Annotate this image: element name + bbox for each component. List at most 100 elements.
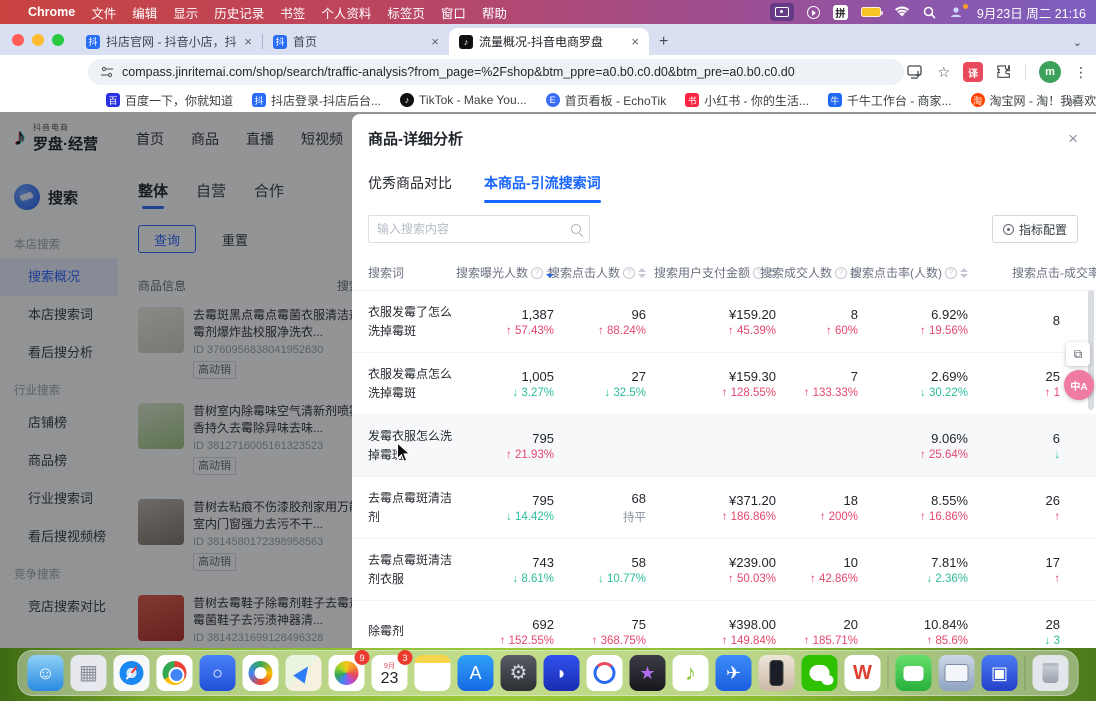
question-icon[interactable]: ? <box>623 267 635 279</box>
iphone-mirroring-icon[interactable] <box>759 655 795 691</box>
question-icon[interactable]: ? <box>835 267 847 279</box>
window-minimize-button[interactable] <box>32 34 44 46</box>
trash-icon[interactable] <box>1033 655 1069 691</box>
qq-music-icon[interactable]: ♪ <box>673 655 709 691</box>
menubar-app-name[interactable]: Chrome <box>28 5 75 19</box>
menu-view[interactable]: 显示 <box>173 3 198 22</box>
bookmark-doudian-login[interactable]: 抖抖店登录-抖店后台... <box>252 92 381 109</box>
bookmark-echotik[interactable]: E首页看板 - EchoTik <box>546 92 667 109</box>
quark-browser-icon[interactable]: ○ <box>200 655 236 691</box>
qianniu-icon[interactable]: ✈ <box>716 655 752 691</box>
url-text[interactable]: compass.jinritemai.com/shop/search/traff… <box>122 65 795 79</box>
table-row: 除霉剂 692↑ 152.55% 75↑ 368.75% ¥398.00↑ 14… <box>352 601 1096 648</box>
bookmark-taobao[interactable]: 淘淘宝网 - 淘！我喜欢 <box>971 92 1096 109</box>
search-term: 衣服发霉了怎么洗掉霉斑 <box>368 293 468 350</box>
cell-value: ¥159.30 <box>729 369 776 384</box>
cell-value: 2.69% <box>931 369 968 384</box>
menu-file[interactable]: 文件 <box>91 3 116 22</box>
menu-profiles[interactable]: 个人资料 <box>321 3 371 22</box>
modal-tab-traffic-search-terms[interactable]: 本商品-引流搜索词 <box>484 173 601 203</box>
col-click-conversion[interactable]: 搜索点击-成交率(人数) <box>972 264 1096 281</box>
imovie-icon[interactable]: ★ <box>630 655 666 691</box>
menu-history[interactable]: 历史记录 <box>214 3 264 22</box>
modal-tab-excellent-compare[interactable]: 优秀商品对比 <box>368 173 452 203</box>
modal-search-input[interactable] <box>377 222 571 236</box>
safari-icon[interactable] <box>114 655 150 691</box>
menu-edit[interactable]: 编辑 <box>132 3 157 22</box>
translate-float-button[interactable]: 中A <box>1064 370 1094 400</box>
modal-close-icon[interactable]: × <box>1068 130 1078 147</box>
wps-office-icon[interactable]: W <box>845 655 881 691</box>
tab-compass-active[interactable]: ♪ 流量概况-抖音电商罗盘 × <box>449 28 649 55</box>
menubar-clock[interactable]: 9月23日 周二 21:16 <box>977 3 1086 22</box>
table-row: 衣服发霉点怎么洗掉霉斑 1,005↓ 3.27% 27↓ 32.5% ¥159.… <box>352 353 1096 415</box>
menu-bookmarks[interactable]: 书签 <box>280 3 305 22</box>
play-status-icon[interactable] <box>807 3 820 21</box>
messages-icon[interactable] <box>896 655 932 691</box>
chrome-icon[interactable] <box>157 655 193 691</box>
window-close-button[interactable] <box>12 34 24 46</box>
doudian-app-icon[interactable]: ◗ <box>544 655 580 691</box>
battery-icon[interactable] <box>861 3 881 21</box>
workspace-app-icon[interactable]: ▣ <box>982 655 1018 691</box>
site-settings-icon[interactable] <box>100 66 114 78</box>
input-method-icon[interactable]: 拼 <box>833 5 848 20</box>
extensions-puzzle-icon[interactable] <box>996 64 1012 80</box>
cell-value: 1,005 <box>521 369 554 384</box>
cell-delta: ↑ 88.24% <box>598 325 646 337</box>
spotlight-search-icon[interactable] <box>923 3 936 21</box>
col-ctr[interactable]: 搜索点击率(人数)? <box>862 264 972 281</box>
send-to-device-icon[interactable] <box>907 65 924 79</box>
system-settings-icon[interactable]: ⚙ <box>501 655 537 691</box>
wifi-icon[interactable] <box>894 3 910 21</box>
bookmark-baidu[interactable]: 百百度一下，你就知道 <box>106 92 233 109</box>
notes-icon[interactable] <box>415 655 451 691</box>
bookmarks-overflow-chevron[interactable]: » <box>1069 93 1076 108</box>
tab-search-chevron-icon[interactable]: ⌄ <box>1073 36 1096 55</box>
finder-icon[interactable]: ☺ <box>28 655 64 691</box>
window-zoom-button[interactable] <box>52 34 64 46</box>
bookmark-xiaohongshu[interactable]: 书小红书 - 你的生活... <box>685 92 809 109</box>
photos-icon[interactable]: 9 <box>329 655 365 691</box>
doudian-favicon: 抖 <box>273 35 287 49</box>
bookmark-qianniu[interactable]: 牛千牛工作台 - 商家... <box>828 92 952 109</box>
cell-value: 96 <box>632 307 646 322</box>
calendar-icon[interactable]: 9月233 <box>372 655 408 691</box>
menu-tabs[interactable]: 标签页 <box>387 3 425 22</box>
question-icon[interactable]: ? <box>945 267 957 279</box>
sort-icon[interactable] <box>960 268 968 278</box>
launchpad-icon[interactable]: ▦ <box>71 655 107 691</box>
screen-mirroring-icon[interactable] <box>770 3 794 21</box>
baidu-netdisk-icon[interactable] <box>587 655 623 691</box>
tab-close-icon[interactable]: × <box>429 34 441 49</box>
new-tab-button[interactable]: + <box>649 33 678 55</box>
app-store-icon[interactable]: A <box>458 655 494 691</box>
doudian-favicon: 抖 <box>86 35 100 49</box>
menu-help[interactable]: 帮助 <box>482 3 507 22</box>
wechat-icon[interactable] <box>802 655 838 691</box>
menu-window[interactable]: 窗口 <box>441 3 466 22</box>
modal-search-box[interactable] <box>368 215 590 243</box>
profile-avatar[interactable]: m <box>1039 61 1061 83</box>
chrome-menu-kebab-icon[interactable]: ⋮ <box>1074 64 1088 81</box>
sort-icon[interactable] <box>638 268 646 278</box>
translate-extension-icon[interactable]: 译 <box>963 62 983 82</box>
cell-value: 795 <box>532 493 554 508</box>
maps-icon[interactable] <box>286 655 322 691</box>
browser-360-icon[interactable] <box>243 655 279 691</box>
col-exposure[interactable]: 搜索曝光人数? <box>468 264 558 281</box>
tab-doudian-official[interactable]: 抖 抖店官网 - 抖音小店，抖音电... × <box>76 28 262 55</box>
search-icon[interactable] <box>571 224 581 234</box>
tab-close-icon[interactable]: × <box>242 34 254 49</box>
compare-float-icon[interactable]: ⧉ <box>1066 342 1090 366</box>
screen-mirror-window-icon[interactable] <box>939 655 975 691</box>
question-icon[interactable]: ? <box>531 267 543 279</box>
bookmark-star-icon[interactable]: ☆ <box>937 64 950 81</box>
metric-config-button[interactable]: 指标配置 <box>992 215 1078 243</box>
control-center-icon[interactable] <box>949 3 964 21</box>
col-clicks[interactable]: 搜索点击人数? <box>558 264 650 281</box>
omnibox[interactable]: compass.jinritemai.com/shop/search/traff… <box>88 59 904 85</box>
bookmark-tiktok[interactable]: ♪TikTok - Make You... <box>400 93 527 107</box>
tab-home[interactable]: 抖 首页 × <box>263 28 449 55</box>
tab-close-icon[interactable]: × <box>629 34 641 49</box>
